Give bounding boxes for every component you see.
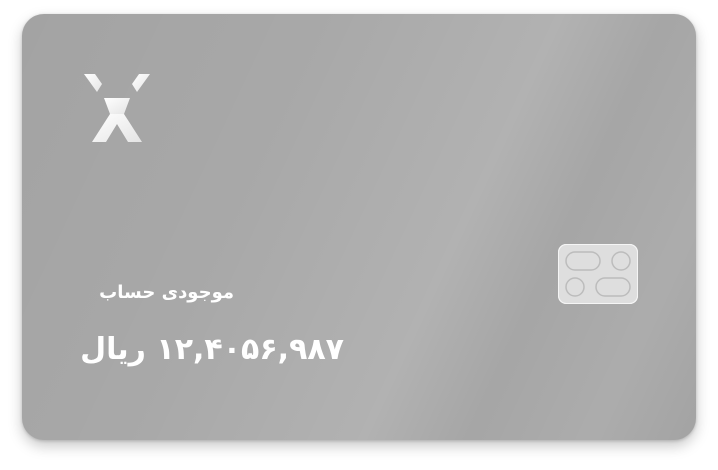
balance-amount: ۱۲,۴۰۵۶,۹۸۷ ریال [80,332,344,367]
card-chip-icon [558,244,638,304]
x-logo-icon [84,74,150,142]
bank-card: موجودی حساب ۱۲,۴۰۵۶,۹۸۷ ریال [22,14,696,440]
balance-label: موجودی حساب [99,282,234,303]
